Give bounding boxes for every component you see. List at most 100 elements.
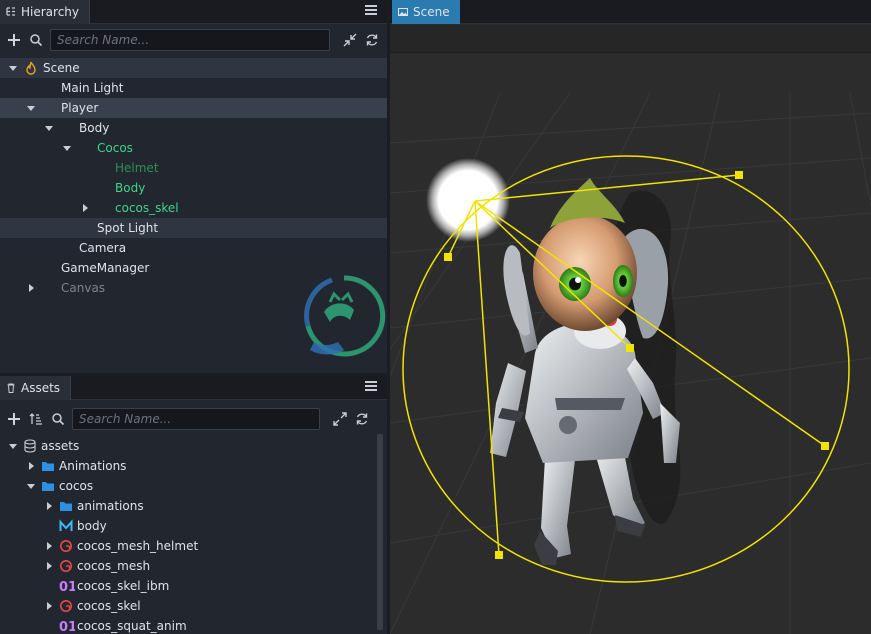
asset-item[interactable]: Animations — [0, 456, 387, 476]
expand-arrow-icon[interactable] — [44, 118, 54, 138]
hierarchy-tree: Scene Main Light Player Body Cocos Helmet Body… — [0, 58, 387, 298]
refresh-icon[interactable] — [364, 32, 380, 48]
svg-text:01: 01 — [59, 580, 75, 593]
collapse-arrow-icon[interactable] — [80, 198, 90, 218]
hierarchy-node-label: Camera — [79, 241, 127, 255]
asset-item[interactable]: cocos_mesh — [0, 556, 387, 576]
asset-item[interactable]: cocos_skel — [0, 596, 387, 616]
scene-viewport[interactable] — [390, 53, 871, 634]
watermark-logo — [304, 275, 386, 357]
tab-hierarchy[interactable]: Hierarchy — [0, 0, 91, 24]
hierarchy-node[interactable]: Body — [0, 118, 387, 138]
search-icon[interactable] — [50, 411, 66, 427]
spot-light-bulb[interactable] — [426, 158, 510, 242]
collapse-arrow-icon[interactable] — [44, 496, 54, 516]
hierarchy-node-label: GameManager — [61, 261, 150, 275]
hierarchy-menu-icon[interactable] — [365, 5, 377, 17]
asset-item-label: body — [77, 519, 107, 533]
expand-arrow-icon[interactable] — [62, 138, 72, 158]
hierarchy-node-label: Canvas — [61, 281, 106, 295]
prefab-g-icon — [59, 539, 73, 553]
hierarchy-node-label: Player — [61, 101, 99, 115]
asset-item[interactable]: animations — [0, 496, 387, 516]
expand-all-icon[interactable] — [332, 411, 348, 427]
search-icon[interactable] — [28, 32, 44, 48]
collapse-arrow-icon[interactable] — [44, 596, 54, 616]
asset-item[interactable]: assets — [0, 436, 387, 456]
scene-toolbar — [390, 25, 871, 53]
prefab-g-icon — [59, 599, 73, 613]
hierarchy-node[interactable]: Player — [0, 98, 387, 118]
folder-icon — [59, 499, 73, 513]
hierarchy-node-label: Scene — [43, 61, 80, 75]
tab-assets-label: Assets — [21, 381, 61, 395]
prefab-g-icon — [59, 559, 73, 573]
hierarchy-node-label: Body — [79, 121, 110, 135]
hierarchy-node[interactable]: Helmet — [0, 158, 387, 178]
scene-landscape-icon — [398, 8, 408, 16]
hierarchy-node[interactable]: Scene — [0, 58, 387, 78]
scene-panel: Scene — [390, 0, 871, 634]
scene-canvas — [390, 53, 871, 634]
hierarchy-node[interactable]: Spot Light — [0, 218, 387, 238]
hierarchy-node-label: Spot Light — [97, 221, 159, 235]
mesh-m-icon — [59, 519, 73, 533]
hierarchy-node[interactable]: Camera — [0, 238, 387, 258]
tab-scene-label: Scene — [413, 5, 450, 19]
binary-01-icon: 01 — [59, 579, 77, 595]
scene-flame-icon — [24, 61, 38, 75]
hierarchy-panel: Hierarchy Scene Main Light Player Body Cocos… — [0, 0, 387, 373]
hierarchy-node-label: Cocos — [97, 141, 133, 155]
collapse-arrow-icon[interactable] — [26, 278, 36, 298]
binary-01-icon: 01 — [59, 619, 77, 634]
asset-item-label: cocos_mesh — [77, 559, 151, 573]
asset-item[interactable]: cocos — [0, 476, 387, 496]
assets-tabbar: Assets — [0, 376, 387, 400]
sort-icon[interactable] — [28, 411, 44, 427]
asset-item[interactable]: 01 cocos_skel_ibm — [0, 576, 387, 596]
add-asset-icon[interactable] — [6, 411, 22, 427]
assets-scrollbar[interactable] — [377, 434, 383, 630]
gizmo-handle-center[interactable] — [626, 344, 634, 352]
hierarchy-tree-icon — [6, 7, 15, 16]
collapse-all-icon[interactable] — [342, 32, 358, 48]
scene-tabbar: Scene — [390, 0, 871, 24]
expand-arrow-icon[interactable] — [26, 98, 36, 118]
hierarchy-toolbar — [0, 25, 387, 55]
hierarchy-node-label: cocos_skel — [115, 201, 179, 215]
asset-item-label: Animations — [59, 459, 127, 473]
expand-arrow-icon[interactable] — [8, 436, 18, 456]
tab-hierarchy-label: Hierarchy — [21, 5, 80, 19]
collapse-arrow-icon[interactable] — [44, 536, 54, 556]
hierarchy-node[interactable]: Main Light — [0, 78, 387, 98]
expand-arrow-icon[interactable] — [8, 58, 18, 78]
gizmo-handle-left[interactable] — [444, 253, 452, 261]
assets-panel: Assets assets Animations cocos animations bo… — [0, 376, 387, 634]
collapse-arrow-icon[interactable] — [26, 456, 36, 476]
gizmo-handle-top[interactable] — [735, 171, 743, 179]
tab-assets[interactable]: Assets — [0, 376, 72, 400]
hierarchy-node-label: Body — [115, 181, 146, 195]
hierarchy-node[interactable]: Body — [0, 178, 387, 198]
folder-icon — [41, 479, 55, 493]
gizmo-handle-right[interactable] — [821, 442, 829, 450]
trash-icon — [7, 383, 15, 393]
database-icon — [23, 439, 37, 453]
hierarchy-search-input[interactable] — [50, 29, 330, 51]
assets-menu-icon[interactable] — [365, 381, 377, 393]
collapse-arrow-icon[interactable] — [44, 556, 54, 576]
refresh-icon[interactable] — [354, 411, 370, 427]
tab-scene[interactable]: Scene — [392, 0, 460, 24]
asset-item-label: assets — [41, 439, 80, 453]
asset-item[interactable]: body — [0, 516, 387, 536]
add-node-icon[interactable] — [6, 32, 22, 48]
hierarchy-node[interactable]: cocos_skel — [0, 198, 387, 218]
expand-arrow-icon[interactable] — [26, 476, 36, 496]
gizmo-handle-bottom[interactable] — [495, 551, 503, 559]
hierarchy-node[interactable]: Cocos — [0, 138, 387, 158]
asset-item[interactable]: 01 cocos_squat_anim — [0, 616, 387, 634]
asset-item-label: cocos_mesh_helmet — [77, 539, 199, 553]
assets-search-input[interactable] — [72, 408, 320, 430]
asset-item[interactable]: cocos_mesh_helmet — [0, 536, 387, 556]
assets-tree: assets Animations cocos animations body cocos… — [0, 436, 387, 634]
